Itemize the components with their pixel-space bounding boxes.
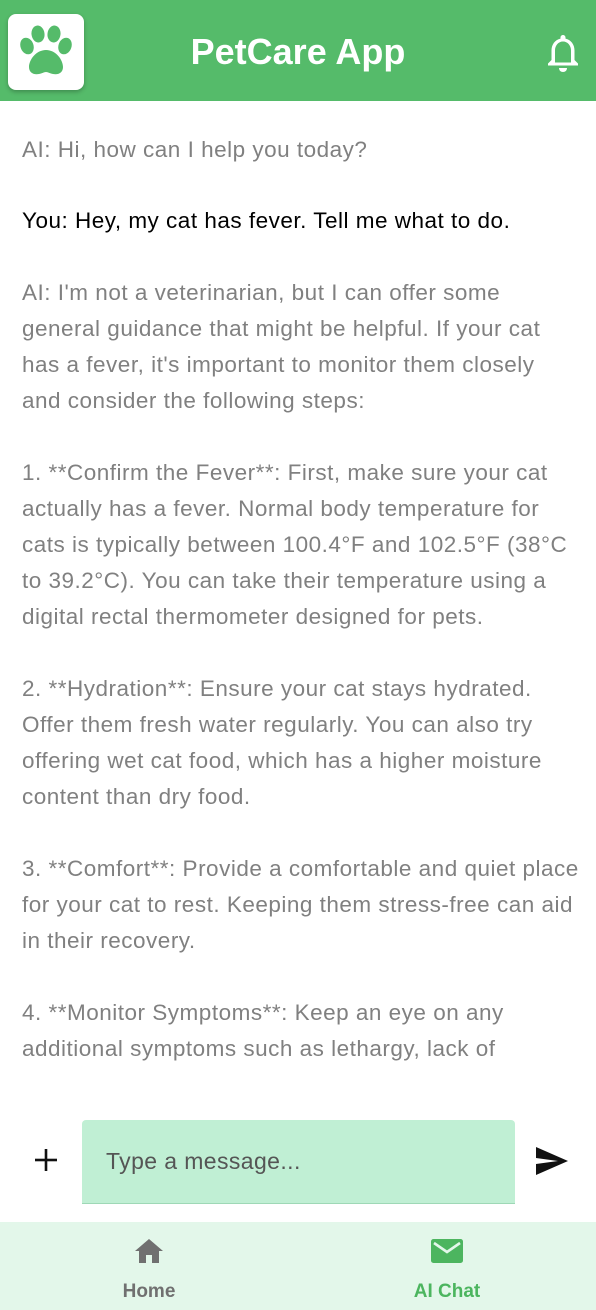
attach-button[interactable] xyxy=(28,1143,64,1181)
mail-icon xyxy=(430,1236,464,1266)
nav-ai-chat-label: AI Chat xyxy=(413,1281,481,1302)
bottom-navigation: Home AI Chat xyxy=(0,1222,596,1310)
send-icon xyxy=(535,1146,569,1181)
bell-icon xyxy=(545,32,581,79)
plus-icon xyxy=(34,1148,58,1177)
user-message: You: Hey, my cat has fever. Tell me what… xyxy=(22,208,511,233)
nav-home[interactable]: Home xyxy=(0,1222,298,1310)
send-button[interactable] xyxy=(533,1145,571,1181)
home-icon xyxy=(133,1236,165,1266)
app-title: PetCare App xyxy=(190,31,406,72)
nav-ai-chat[interactable]: AI Chat xyxy=(298,1222,596,1310)
message-input-container xyxy=(82,1120,515,1204)
notification-button[interactable] xyxy=(541,31,585,79)
app-bar: PetCare App xyxy=(0,0,596,101)
chat-messages[interactable]: AI: Hi, how can I help you today? You: H… xyxy=(22,101,582,1094)
nav-home-label: Home xyxy=(122,1281,176,1302)
message-input[interactable] xyxy=(82,1120,515,1203)
ai-message: AI: Hi, how can I help you today? xyxy=(22,137,368,162)
ai-message: AI: I'm not a veterinarian, but I can of… xyxy=(22,280,579,1061)
